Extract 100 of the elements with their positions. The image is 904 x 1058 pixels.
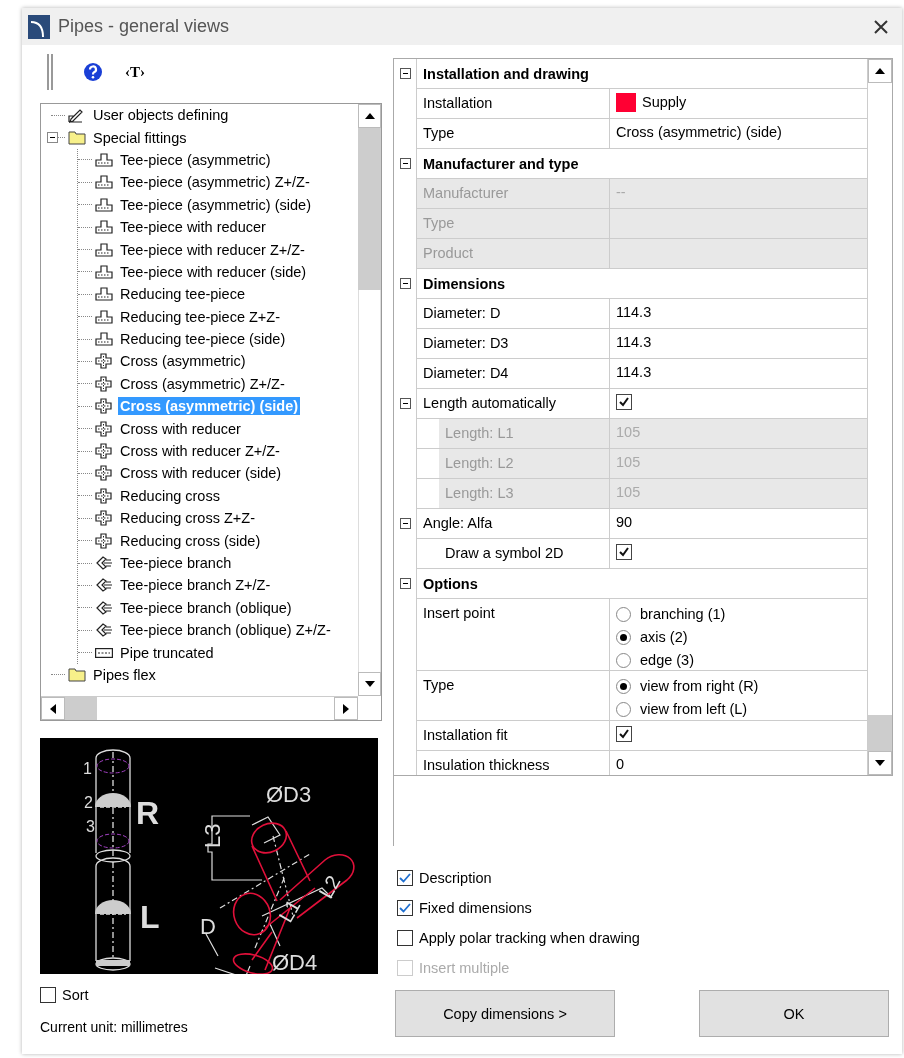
checkbox-label[interactable]: Apply polar tracking when drawing [419, 930, 640, 946]
property-value[interactable]: Cross (asymmetric) (side) [610, 119, 867, 149]
tee-fitting-icon [95, 152, 113, 167]
folder-icon [68, 667, 86, 683]
checkbox-label[interactable]: Sort [62, 987, 89, 1003]
property-value[interactable]: 114.3 [610, 299, 867, 329]
property-label: Type [422, 676, 456, 695]
branch-fitting-icon [95, 577, 113, 594]
horizontal-scrollbar[interactable] [41, 696, 358, 720]
checkbox[interactable] [397, 870, 413, 886]
property-value[interactable]: Supply [642, 94, 687, 110]
property-label: Diameter: D4 [422, 364, 510, 383]
tree-item[interactable]: Cross with reducer Z+/Z- [118, 442, 282, 461]
copy-dimensions-button[interactable]: Copy dimensions > [395, 990, 615, 1037]
tree-item[interactable]: Cross (asymmetric) Z+/Z- [118, 374, 287, 393]
property-label: Length automatically [422, 394, 557, 413]
tree-item[interactable]: Cross with reducer (side) [118, 464, 284, 483]
property-value[interactable]: 114.3 [610, 329, 867, 359]
text-tool-button[interactable]: ‹T› [125, 63, 145, 81]
vertical-scrollbar[interactable] [358, 104, 381, 696]
tree-item[interactable]: Reducing tee-piece (side) [118, 330, 288, 349]
pipe-icon [95, 647, 113, 658]
tree-item[interactable]: Tee-piece branch [118, 554, 234, 572]
radio-label[interactable]: view from left (L) [640, 701, 748, 717]
tree-item[interactable]: Tee-piece branch (oblique) Z+/Z- [118, 621, 333, 640]
property-value[interactable]: 0 [610, 751, 867, 775]
close-icon[interactable] [874, 19, 888, 34]
tree-item[interactable]: Tee-piece (asymmetric) Z+/Z- [118, 173, 312, 192]
radio-button[interactable] [616, 652, 631, 668]
tree-item[interactable]: Tee-piece branch (oblique) [118, 598, 294, 617]
tee-fitting-icon [95, 264, 113, 279]
collapse-icon[interactable] [399, 68, 411, 79]
tree-item[interactable]: Reducing cross Z+Z- [118, 509, 257, 528]
cross-fitting-icon [95, 398, 113, 415]
radio-button[interactable] [616, 629, 631, 645]
scroll-up-icon[interactable] [875, 68, 885, 74]
scroll-up-icon[interactable] [364, 113, 375, 119]
scrollbar-thumb[interactable] [868, 715, 892, 751]
checkbox[interactable] [40, 987, 56, 1003]
radio-label[interactable]: view from right (R) [640, 678, 759, 694]
checkbox[interactable] [397, 930, 413, 946]
property-value[interactable]: 114.3 [610, 359, 867, 389]
vertical-scrollbar[interactable] [867, 59, 892, 775]
tree-item[interactable]: Pipes flex [91, 665, 158, 684]
radio-button[interactable] [616, 701, 631, 717]
scroll-left-icon[interactable] [50, 703, 56, 714]
checkbox-label[interactable]: Description [419, 870, 492, 886]
tree-item[interactable]: Cross (asymmetric) [118, 352, 248, 371]
collapse-icon[interactable] [47, 132, 58, 144]
radio-label[interactable]: edge (3) [640, 652, 694, 668]
tree-item[interactable]: Tee-piece (asymmetric) (side) [118, 195, 313, 214]
radio-label[interactable]: branching (1) [640, 606, 726, 622]
checkbox[interactable] [616, 394, 632, 410]
radio-button[interactable] [616, 606, 631, 622]
tree-item[interactable]: Reducing tee-piece Z+Z- [118, 307, 282, 326]
cross-fitting-icon [95, 532, 113, 549]
scroll-down-icon[interactable] [364, 681, 375, 687]
cross-fitting-icon [95, 510, 113, 527]
tree-item[interactable]: Tee-piece with reducer [118, 218, 268, 237]
section-header: Dimensions [416, 269, 867, 299]
scrollbar-thumb[interactable] [65, 697, 97, 720]
ok-button[interactable]: OK [699, 990, 889, 1037]
collapse-icon[interactable] [399, 578, 411, 589]
collapse-icon[interactable] [399, 398, 411, 409]
collapse-icon[interactable] [399, 158, 411, 169]
tree-item[interactable]: Pipe truncated [118, 643, 216, 662]
tee-fitting-icon [95, 287, 113, 302]
tree-item[interactable]: Special fittings [91, 128, 189, 147]
checkbox[interactable] [616, 544, 632, 560]
help-icon[interactable] [83, 62, 103, 82]
tree-item[interactable]: Reducing tee-piece [118, 285, 247, 304]
collapse-icon[interactable] [399, 518, 411, 529]
tree-item[interactable]: Tee-piece branch Z+/Z- [118, 576, 273, 595]
radio-label[interactable]: axis (2) [640, 629, 688, 645]
app-icon [28, 14, 50, 39]
folder-icon [68, 130, 86, 146]
scrollbar-thumb[interactable] [358, 128, 381, 290]
window-title: Pipes - general views [58, 16, 231, 37]
toolbar-grip[interactable] [47, 54, 53, 90]
cross-fitting-icon [95, 375, 113, 392]
tree-item[interactable]: Reducing cross [118, 486, 222, 505]
checkbox[interactable] [616, 726, 632, 742]
tree-item[interactable]: Cross with reducer [118, 419, 243, 438]
scroll-right-icon[interactable] [343, 703, 349, 714]
property-label: Insert point [422, 604, 496, 623]
tree-item[interactable]: Tee-piece with reducer (side) [118, 262, 309, 281]
property-label: Product [417, 239, 609, 268]
checkbox[interactable] [397, 900, 413, 916]
tree-item[interactable]: Tee-piece with reducer Z+/Z- [118, 240, 307, 259]
tee-fitting-icon [95, 197, 113, 212]
collapse-icon[interactable] [399, 278, 411, 289]
radio-button[interactable] [616, 678, 631, 694]
tree-item[interactable]: Reducing cross (side) [118, 531, 263, 550]
property-value[interactable]: 90 [610, 509, 867, 539]
checkbox-label[interactable]: Fixed dimensions [419, 900, 532, 916]
tee-fitting-icon [95, 220, 113, 235]
section-header: Installation and drawing [416, 59, 867, 89]
scroll-down-icon[interactable] [875, 760, 885, 766]
tree-item[interactable]: User objects defining [91, 106, 231, 125]
tree-item[interactable]: Tee-piece (asymmetric) [118, 150, 273, 169]
